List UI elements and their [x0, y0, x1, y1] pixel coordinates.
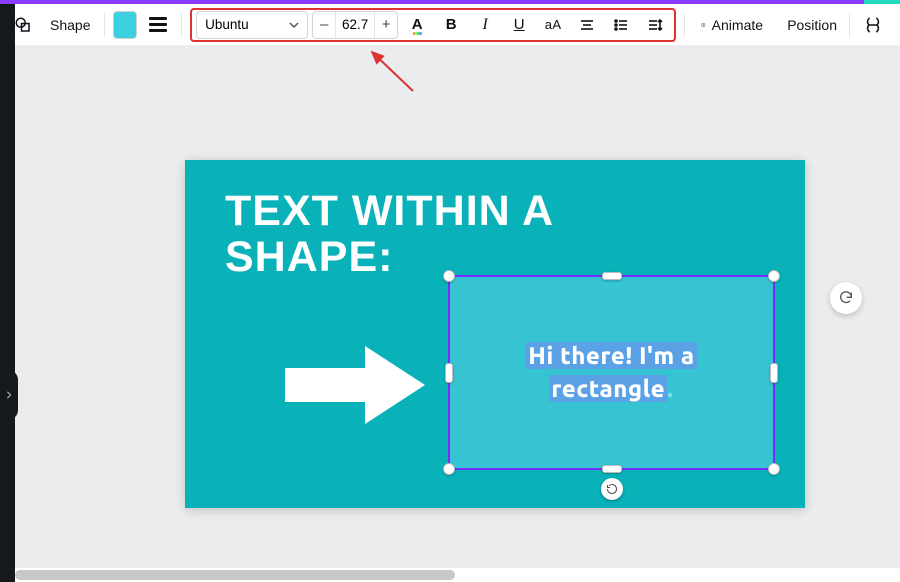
text-format-group-highlight: Ubuntu – 62.7 + A B I U aA [190, 8, 676, 42]
resize-handle-left[interactable] [445, 363, 453, 383]
spacing-button[interactable] [640, 10, 670, 40]
font-size-stepper: – 62.7 + [312, 11, 398, 39]
heading-line-1: TEXT WITHIN A [225, 188, 554, 234]
list-button[interactable] [606, 10, 636, 40]
border-style-button[interactable] [143, 11, 173, 39]
horizontal-scrollbar-thumb[interactable] [15, 570, 455, 580]
resize-handle-bl[interactable] [443, 463, 455, 475]
case-icon: aA [545, 17, 562, 32]
selected-rectangle-shape[interactable]: Hi there! I'm a rectangle. [448, 275, 775, 470]
side-panel-toggle[interactable] [0, 370, 18, 420]
font-size-decrease[interactable]: – [313, 11, 335, 39]
shape-label: Shape [44, 17, 96, 33]
text-color-icon: A [412, 16, 423, 33]
italic-button[interactable]: I [470, 10, 500, 40]
bold-button[interactable]: B [436, 10, 466, 40]
resize-handle-br[interactable] [768, 463, 780, 475]
separator [181, 13, 182, 37]
position-button[interactable]: Position [783, 10, 841, 40]
transparency-icon [864, 16, 882, 34]
animate-icon [701, 17, 706, 33]
rect-text-line-2: rectangle [549, 375, 667, 402]
chevron-down-icon [289, 20, 299, 30]
context-toolbar: Shape Ubuntu – 62.7 + A B I U aA Animate [0, 4, 900, 46]
underline-button[interactable]: U [504, 10, 534, 40]
font-size-increase[interactable]: + [375, 11, 397, 39]
rotate-handle[interactable] [601, 478, 623, 500]
separator [104, 13, 105, 37]
resize-handle-bottom[interactable] [602, 465, 622, 473]
rectangle-text[interactable]: Hi there! I'm a rectangle. [450, 277, 773, 468]
italic-icon: I [482, 16, 487, 34]
align-icon [579, 17, 595, 33]
font-size-value[interactable]: 62.7 [335, 11, 375, 39]
font-family-select[interactable]: Ubuntu [196, 11, 308, 39]
refresh-icon [838, 290, 854, 306]
annotation-arrow [358, 46, 428, 96]
horizontal-scrollbar-track[interactable] [15, 568, 900, 582]
rect-text-dot: . [667, 375, 673, 402]
align-button[interactable] [572, 10, 602, 40]
left-rail [0, 4, 15, 582]
floating-regenerate-button[interactable] [830, 282, 862, 314]
resize-handle-top[interactable] [602, 272, 622, 280]
transparency-button[interactable] [858, 10, 888, 40]
arrow-graphic[interactable] [280, 340, 430, 430]
heading-line-2: SHAPE: [225, 234, 554, 280]
resize-handle-tr[interactable] [768, 270, 780, 282]
animate-label: Animate [712, 17, 763, 33]
resize-handle-right[interactable] [770, 363, 778, 383]
design-canvas[interactable]: TEXT WITHIN A SHAPE: Hi there! I'm a rec… [185, 160, 805, 508]
list-icon [613, 17, 629, 33]
underline-icon: U [514, 16, 525, 33]
font-family-value: Ubuntu [205, 17, 249, 32]
spacing-icon [647, 17, 663, 33]
separator [849, 13, 850, 37]
fill-color-swatch[interactable] [113, 11, 137, 39]
separator [684, 13, 685, 37]
uppercase-button[interactable]: aA [538, 10, 568, 40]
resize-handle-tl[interactable] [443, 270, 455, 282]
animate-button[interactable]: Animate [693, 10, 771, 40]
position-label: Position [787, 17, 837, 33]
bold-icon: B [446, 16, 457, 33]
rect-text-line-1: Hi there! I'm a [526, 342, 696, 369]
canvas-heading[interactable]: TEXT WITHIN A SHAPE: [225, 188, 554, 281]
text-color-button[interactable]: A [402, 10, 432, 40]
